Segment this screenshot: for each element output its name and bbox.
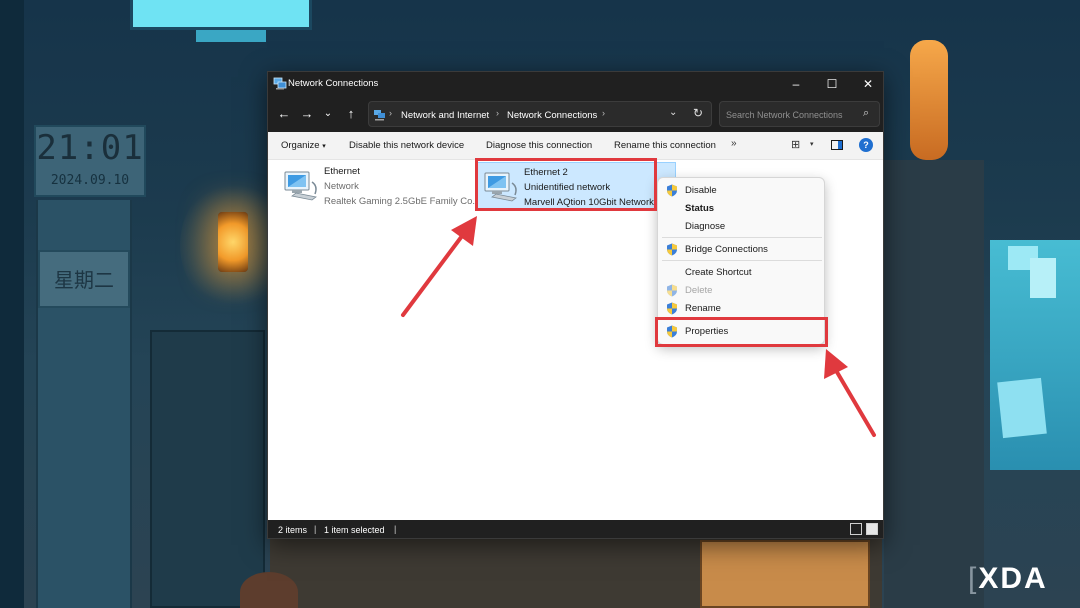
- change-view-icon[interactable]: ⊞: [791, 138, 800, 151]
- menu-item-label: Bridge Connections: [685, 244, 768, 255]
- organize-label: Organize: [281, 140, 320, 151]
- maximize-button[interactable]: ☐: [814, 72, 850, 96]
- command-bar: Organize ▾ Disable this network device D…: [268, 132, 883, 160]
- uac-shield-icon: [667, 243, 677, 256]
- menu-item-bridge-connections[interactable]: Bridge Connections: [658, 240, 824, 258]
- xda-watermark: [XDA: [968, 562, 1048, 596]
- navigation-row: ← → ⌄ ↑ › Network and Internet › Network…: [268, 96, 883, 132]
- preview-pane-icon[interactable]: [831, 140, 843, 150]
- diagnose-connection-button[interactable]: Diagnose this connection: [486, 140, 592, 151]
- menu-item-label: Delete: [685, 285, 713, 296]
- menu-item-label: Create Shortcut: [685, 267, 752, 278]
- refresh-icon[interactable]: ↻: [693, 106, 703, 120]
- back-button[interactable]: ←: [274, 104, 294, 124]
- forward-button[interactable]: →: [297, 104, 317, 124]
- uac-shield-icon: [667, 302, 677, 315]
- address-dropdown-icon[interactable]: ⌄: [669, 107, 677, 118]
- menu-item-delete: Delete: [658, 281, 824, 299]
- menu-item-diagnose[interactable]: Diagnose: [658, 217, 824, 235]
- menu-item-label: Disable: [685, 185, 717, 196]
- menu-divider: [662, 260, 822, 261]
- disable-device-button[interactable]: Disable this network device: [349, 140, 464, 151]
- close-button[interactable]: ✕: [850, 72, 883, 96]
- breadcrumb-network-connections[interactable]: Network Connections: [507, 110, 597, 121]
- address-bar[interactable]: › Network and Internet › Network Connect…: [368, 101, 712, 127]
- connection-status: Network: [324, 181, 359, 192]
- wallpaper-pot: [240, 572, 298, 608]
- menu-item-rename[interactable]: Rename: [658, 299, 824, 317]
- watermark-bracket: [: [968, 562, 979, 595]
- help-icon[interactable]: ?: [859, 138, 873, 152]
- chevron-down-icon: ▾: [322, 143, 326, 150]
- organize-button[interactable]: Organize ▾: [281, 140, 326, 151]
- menu-item-create-shortcut[interactable]: Create Shortcut: [658, 263, 824, 281]
- large-icons-view-icon[interactable]: [866, 523, 878, 535]
- breadcrumb-separator: ›: [496, 108, 499, 118]
- up-button[interactable]: ↑: [341, 104, 361, 124]
- status-separator: |: [394, 524, 397, 534]
- control-panel-icon: [374, 110, 385, 121]
- selection-count: 1 item selected: [324, 525, 385, 535]
- watermark-text: XDA: [978, 562, 1048, 595]
- uac-shield-icon: [667, 184, 677, 197]
- window-title: Network Connections: [288, 78, 379, 89]
- connection-ethernet[interactable]: Ethernet Network Realtek Gaming 2.5GbE F…: [278, 162, 480, 210]
- search-input[interactable]: Search Network Connections ⌕: [719, 101, 880, 127]
- status-bar: 2 items | 1 item selected |: [268, 520, 883, 538]
- wallpaper-door: [150, 330, 265, 608]
- wallpaper-clock-date: 2024.09.10: [50, 173, 130, 188]
- menu-item-disable[interactable]: Disable: [658, 181, 824, 199]
- annotation-arrow-icon: [824, 349, 876, 437]
- highlight-properties: [655, 317, 828, 347]
- menu-item-label: Status: [685, 203, 715, 214]
- item-count: 2 items: [278, 525, 308, 535]
- wallpaper-crate: [700, 540, 870, 608]
- status-separator: |: [314, 524, 317, 534]
- wallpaper-sign-strip: [196, 30, 266, 42]
- wallpaper-paper: [997, 377, 1047, 439]
- network-connections-icon: [273, 77, 287, 90]
- menu-item-label: Rename: [685, 303, 721, 314]
- wallpaper-clock-time: 21:01: [36, 128, 144, 168]
- recent-locations-button[interactable]: ⌄: [318, 104, 338, 124]
- uac-shield-icon: [667, 284, 677, 297]
- wallpaper-neon-sign: [130, 0, 312, 30]
- highlight-ethernet-2: [475, 158, 657, 211]
- wallpaper-weekday-text: 星期二: [54, 268, 114, 292]
- menu-divider: [662, 237, 822, 238]
- title-bar[interactable]: Network Connections – ☐ ✕: [268, 72, 883, 96]
- connection-device: Realtek Gaming 2.5GbE Family Co...: [324, 196, 481, 207]
- wallpaper-right-wall: [884, 160, 984, 608]
- details-view-icon[interactable]: [850, 523, 862, 535]
- wallpaper-hanging-lamp: [910, 40, 948, 160]
- annotation-arrow-icon: [401, 216, 477, 317]
- menu-item-label: Diagnose: [685, 221, 726, 232]
- search-icon: ⌕: [863, 107, 870, 119]
- view-dropdown-icon[interactable]: ▾: [810, 140, 814, 148]
- wallpaper-paper: [1030, 258, 1056, 298]
- menu-item-status[interactable]: Status: [658, 199, 824, 217]
- minimize-button[interactable]: –: [778, 72, 814, 96]
- network-adapter-icon: [284, 171, 317, 201]
- wallpaper-beam: [0, 0, 24, 608]
- breadcrumb-separator: ›: [602, 108, 605, 118]
- more-commands-button[interactable]: »: [731, 138, 737, 149]
- breadcrumb-network-internet[interactable]: Network and Internet: [401, 110, 489, 121]
- wallpaper-lantern: [218, 212, 248, 272]
- search-placeholder: Search Network Connections: [726, 110, 843, 120]
- breadcrumb-separator: ›: [389, 108, 392, 118]
- connection-name: Ethernet: [324, 166, 360, 177]
- rename-connection-button[interactable]: Rename this connection: [614, 140, 716, 151]
